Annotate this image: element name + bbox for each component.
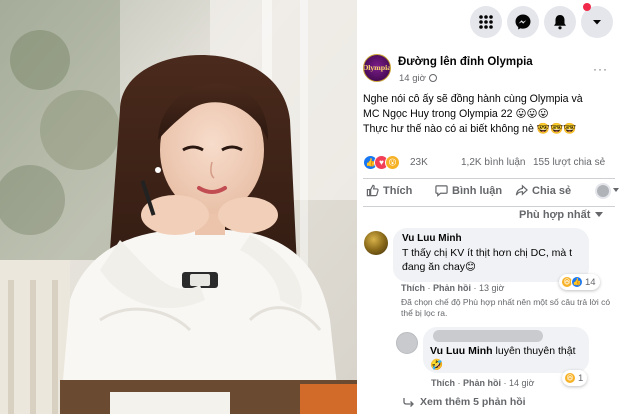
share-button[interactable]: Chia sẻ bbox=[515, 184, 571, 197]
reply-meta: Thích · Phản hồi · 14 giờ bbox=[431, 378, 535, 388]
notifications-button[interactable] bbox=[544, 6, 576, 38]
post-text-line: Nghe nói cô ấy sẽ đồng hành cùng Olympia… bbox=[363, 93, 583, 105]
top-bar bbox=[357, 0, 620, 42]
post-text: Nghe nói cô ấy sẽ đồng hành cùng Olympia… bbox=[363, 92, 615, 137]
grid-menu-button[interactable] bbox=[470, 6, 502, 38]
haha-reaction-icon: 😆 bbox=[564, 372, 576, 384]
chevron-down-icon bbox=[595, 212, 604, 217]
messenger-button[interactable] bbox=[507, 6, 539, 38]
facebook-post-panel: Olympia Đường lên đỉnh Olympia 14 giờ ··… bbox=[357, 0, 620, 414]
share-count[interactable]: 155 lượt chia sẻ bbox=[533, 157, 605, 168]
commenter-avatar-selector[interactable] bbox=[595, 183, 611, 199]
comment-meta: Thích · Phản hồi · 13 giờ bbox=[401, 283, 505, 293]
comment-button[interactable]: Bình luận bbox=[435, 184, 502, 197]
view-more-replies-link[interactable]: Xem thêm 5 phản hồi bbox=[403, 396, 526, 408]
share-arrow-icon bbox=[515, 184, 528, 196]
comment-sort-dropdown[interactable]: Phù hợp nhất bbox=[519, 209, 604, 221]
comment-reaction-count: 14 bbox=[585, 276, 596, 288]
post-more-options-button[interactable]: ··· bbox=[593, 62, 608, 76]
post-timestamp[interactable]: 14 giờ bbox=[399, 73, 437, 84]
notification-badge bbox=[583, 3, 591, 11]
post-header: Olympia Đường lên đỉnh Olympia 14 giờ ··… bbox=[363, 54, 615, 86]
comment-time[interactable]: 13 giờ bbox=[479, 283, 504, 293]
comment-count[interactable]: 1,2K bình luận bbox=[461, 157, 526, 168]
filter-note: Đã chọn chế độ Phù hợp nhất nên một số c… bbox=[401, 297, 611, 318]
woman-portrait-image bbox=[0, 0, 357, 414]
mention-link[interactable]: Vu Luu Minh bbox=[430, 345, 493, 357]
sort-label: Phù hợp nhất bbox=[519, 209, 591, 221]
reaction-summary: 👍 ♥ 😮 23K 1,2K bình luận 155 lượt chia s… bbox=[363, 153, 615, 173]
like-button[interactable]: Thích bbox=[366, 184, 412, 197]
reply-reply-link[interactable]: Phản hồi bbox=[463, 378, 501, 388]
reply-time[interactable]: 14 giờ bbox=[509, 378, 534, 388]
reply-bubble: Vu Luu Minh luyên thuyên thật 🤣 bbox=[423, 327, 589, 373]
page-avatar[interactable]: Olympia bbox=[363, 54, 391, 82]
comment-button-label: Bình luận bbox=[452, 184, 503, 197]
bell-icon bbox=[554, 15, 566, 30]
avatar[interactable] bbox=[364, 231, 388, 255]
divider bbox=[363, 206, 615, 207]
comment-bubble: Vu Luu Minh T thấy chị KV ít thịt hơn ch… bbox=[393, 228, 589, 282]
comment-text: T thấy chị KV ít thịt hơn chị DC, mà t đ… bbox=[402, 247, 573, 273]
post-text-line: MC Ngọc Huy trong Olympia 22 😛😛😛 bbox=[363, 108, 549, 120]
grid-menu-icon bbox=[479, 15, 493, 29]
thumbs-up-icon bbox=[366, 184, 379, 197]
more-replies-label: Xem thêm 5 phản hồi bbox=[420, 396, 526, 408]
like-reaction-icon: 👍 bbox=[571, 276, 583, 288]
messenger-icon bbox=[515, 14, 531, 30]
post-time-text: 14 giờ bbox=[399, 73, 426, 84]
reply-text: Vu Luu Minh luyên thuyên thật 🤣 bbox=[430, 344, 580, 372]
chevron-down-icon[interactable] bbox=[613, 188, 619, 192]
post-photo[interactable] bbox=[0, 0, 357, 414]
share-button-label: Chia sẻ bbox=[532, 184, 572, 197]
reply-like-link[interactable]: Thích bbox=[431, 378, 455, 388]
comment-icon bbox=[435, 185, 448, 197]
like-button-label: Thích bbox=[383, 184, 413, 197]
comment-reply-link[interactable]: Phản hồi bbox=[433, 283, 471, 293]
reaction-count[interactable]: 23K bbox=[410, 157, 428, 168]
caret-down-icon bbox=[593, 20, 601, 25]
page-avatar-logo-text: Olympia bbox=[363, 64, 391, 72]
comment-like-link[interactable]: Thích bbox=[401, 283, 425, 293]
globe-icon bbox=[428, 74, 437, 82]
comment-author[interactable]: Vu Luu Minh bbox=[402, 233, 580, 244]
post-action-bar: Thích Bình luận Chia sẻ bbox=[363, 180, 619, 206]
avatar[interactable] bbox=[396, 332, 418, 354]
reply-reactions[interactable]: 😆 1 bbox=[562, 370, 588, 386]
post-text-line: Thực hư thế nào có ai biết không nè 🤓🤓🤓 bbox=[363, 123, 577, 135]
page-name[interactable]: Đường lên đỉnh Olympia bbox=[398, 56, 533, 68]
divider bbox=[363, 178, 615, 179]
wow-reaction-icon: 😮 bbox=[385, 155, 400, 170]
comment-reactions[interactable]: 😆 👍 14 bbox=[559, 274, 600, 290]
reply-reaction-count: 1 bbox=[578, 372, 584, 384]
blurred-author-name bbox=[433, 330, 543, 342]
reply-arrow-icon bbox=[403, 398, 414, 407]
